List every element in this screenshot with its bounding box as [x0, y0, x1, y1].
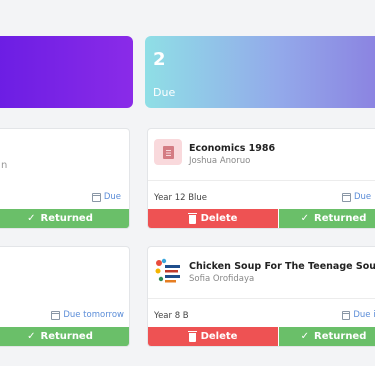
due-date: Due in: [342, 310, 375, 320]
due-date-label: Due: [354, 192, 372, 202]
delete-button[interactable]: Delete: [148, 209, 278, 228]
clipboard-icon: [154, 139, 182, 165]
book-title[interactable]: Economics 1986: [189, 143, 275, 154]
check-icon: ✓: [300, 213, 309, 224]
returned-label: Returned: [314, 331, 367, 342]
calendar-icon: [91, 192, 101, 202]
check-icon: ✓: [300, 331, 309, 342]
card-partial-text: n: [1, 160, 8, 171]
due-date: Due: [342, 192, 375, 202]
book-title[interactable]: Chicken Soup For The Teenage Soul: [189, 261, 375, 272]
trash-icon: [187, 331, 197, 342]
due-date-label: Due tomorrow: [63, 310, 124, 320]
delete-button[interactable]: Delete: [148, 327, 278, 346]
student-class: Year 8 B: [154, 311, 189, 321]
returned-button[interactable]: ✓ Returned: [0, 327, 129, 346]
loan-card: n Due ✓ Returned: [0, 128, 130, 229]
stat-card-left: [0, 36, 133, 108]
returned-label: Returned: [314, 213, 367, 224]
delete-label: Delete: [200, 213, 238, 224]
student-class: Year 12 Blue: [154, 193, 208, 203]
returned-label: Returned: [40, 213, 93, 224]
check-icon: ✓: [27, 213, 36, 224]
stat-card-due: 2 Due: [145, 36, 375, 108]
due-count: 2: [153, 49, 166, 70]
returned-button[interactable]: ✓ Returned: [279, 327, 375, 346]
returned-button[interactable]: ✓ Returned: [279, 209, 375, 228]
due-date: Due: [91, 192, 121, 202]
due-label: Due: [153, 86, 176, 99]
calendar-icon: [51, 310, 61, 320]
check-icon: ✓: [27, 331, 36, 342]
loan-card: Due tomorrow ✓ Returned: [0, 246, 130, 347]
due-date-label: Due: [103, 192, 121, 202]
loan-card: Economics 1986 Joshua Anoruo Year 12 Blu…: [147, 128, 375, 229]
loan-card: Chicken Soup For The Teenage Soul Sofia …: [147, 246, 375, 347]
due-date-label: Due in: [353, 310, 375, 320]
book-author: Joshua Anoruo: [189, 156, 251, 166]
divider: [148, 298, 375, 299]
calendar-icon: [342, 192, 351, 202]
book-author: Sofia Orofidaya: [189, 274, 255, 284]
divider: [148, 180, 375, 181]
returned-label: Returned: [40, 331, 93, 342]
trash-icon: [187, 213, 197, 224]
due-date: Due tomorrow: [51, 310, 124, 320]
delete-label: Delete: [200, 331, 238, 342]
returned-button[interactable]: ✓ Returned: [0, 209, 129, 228]
book-cover-image: [154, 257, 182, 287]
calendar-icon: [342, 310, 351, 320]
